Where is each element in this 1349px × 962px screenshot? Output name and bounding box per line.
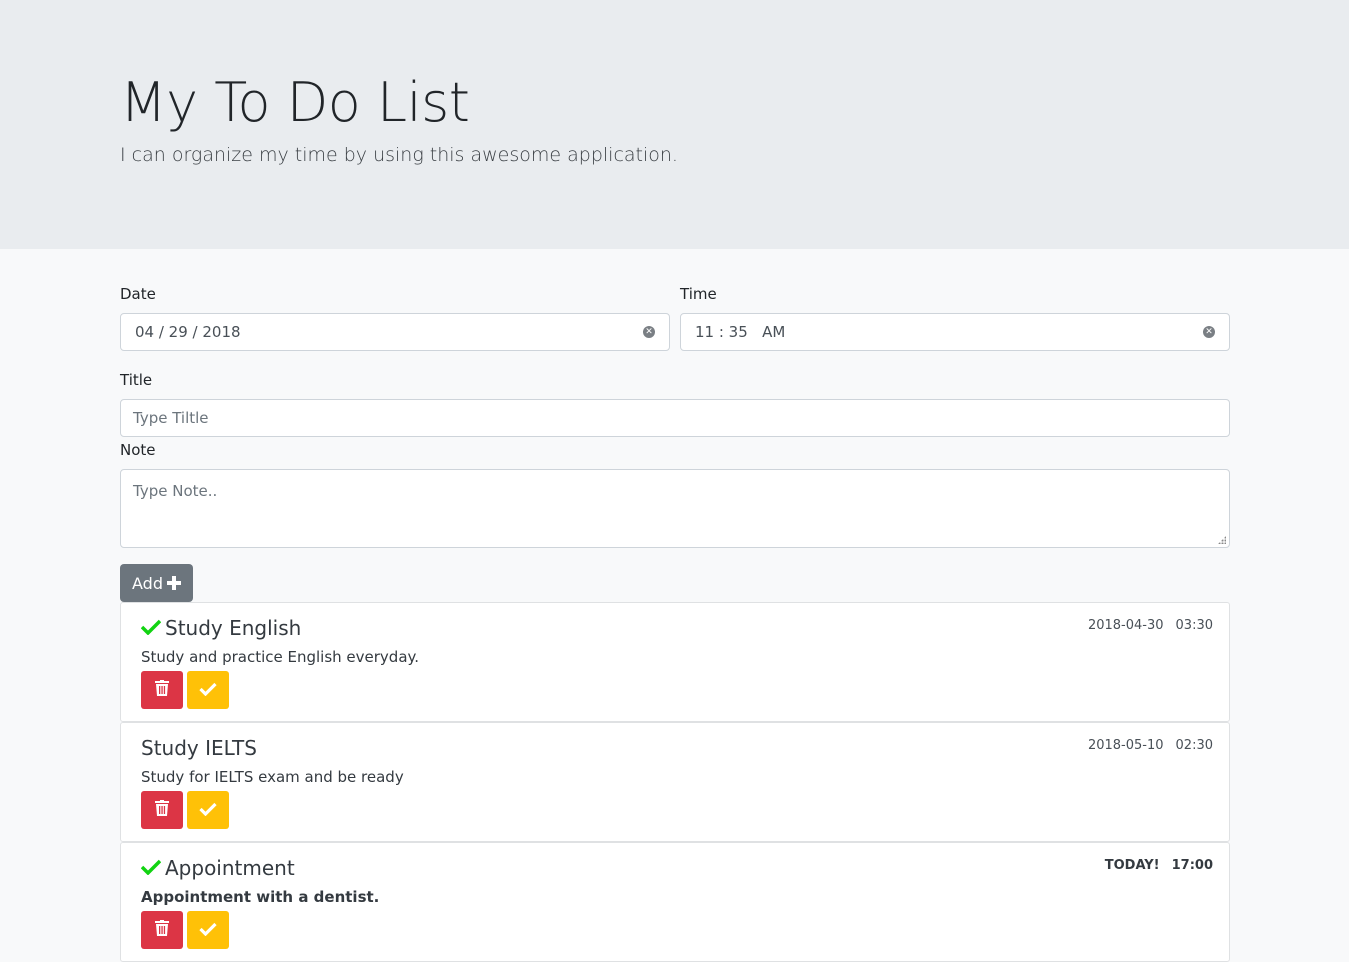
- todo-datetime: TODAY! 17:00: [1105, 858, 1213, 873]
- todo-title: Appointment: [140, 856, 295, 880]
- note-textarea[interactable]: Type Note..: [120, 469, 1230, 548]
- note-placeholder: Type Note..: [133, 482, 218, 500]
- todo-title: Study English: [140, 616, 302, 640]
- date-input[interactable]: 04 / 29 / 2018 ✕: [120, 313, 670, 351]
- check-icon: [199, 801, 217, 820]
- delete-button[interactable]: [141, 671, 183, 709]
- delete-button[interactable]: [141, 791, 183, 829]
- todo-card: Study IELTS Study for IELTS exam and be …: [120, 722, 1230, 842]
- plus-icon: [166, 573, 181, 593]
- todo-card: Appointment Appointment with a dentist. …: [120, 842, 1230, 962]
- page-header: My To Do List I can organize my time by …: [0, 0, 1349, 249]
- complete-button[interactable]: [187, 671, 229, 709]
- todo-date: TODAY!: [1104, 858, 1160, 873]
- complete-button[interactable]: [187, 791, 229, 829]
- todo-datetime: 2018-04-30 03:30: [1088, 618, 1213, 633]
- title-input[interactable]: Type Tiltle: [120, 399, 1230, 437]
- clear-icon[interactable]: ✕: [643, 326, 655, 338]
- todo-title-text: Study IELTS: [141, 736, 257, 760]
- date-value: 04 / 29 / 2018: [135, 323, 241, 341]
- add-button[interactable]: Add: [120, 564, 193, 602]
- todo-time: 03:30: [1175, 618, 1213, 633]
- todo-datetime: 2018-05-10 02:30: [1088, 738, 1213, 753]
- date-label: Date: [120, 285, 156, 303]
- trash-icon: [155, 680, 169, 700]
- page-title: My To Do List: [120, 71, 470, 134]
- clear-icon[interactable]: ✕: [1203, 326, 1215, 338]
- done-check-icon: [140, 616, 162, 640]
- page-subtitle: I can organize my time by using this awe…: [120, 144, 678, 166]
- todo-date: 2018-04-30: [1087, 618, 1164, 633]
- trash-icon: [155, 800, 169, 820]
- trash-icon: [155, 920, 169, 940]
- todo-actions: [141, 791, 229, 829]
- todo-note: Appointment with a dentist.: [141, 888, 380, 906]
- check-icon: [199, 921, 217, 940]
- todo-time: 17:00: [1171, 858, 1213, 873]
- delete-button[interactable]: [141, 911, 183, 949]
- title-label: Title: [120, 371, 153, 389]
- todo-time: 02:30: [1175, 738, 1213, 753]
- time-label: Time: [680, 285, 717, 303]
- time-value: 11 : 35 AM: [695, 323, 786, 341]
- todo-title-text: Appointment: [165, 856, 295, 880]
- todo-actions: [141, 671, 229, 709]
- done-check-icon: [140, 856, 162, 880]
- time-input[interactable]: 11 : 35 AM ✕: [680, 313, 1230, 351]
- complete-button[interactable]: [187, 911, 229, 949]
- todo-title: Study IELTS: [141, 736, 257, 760]
- check-icon: [199, 681, 217, 700]
- add-button-label: Add: [132, 573, 163, 593]
- todo-actions: [141, 911, 229, 949]
- note-label: Note: [120, 441, 156, 459]
- todo-card: Study English Study and practice English…: [120, 602, 1230, 722]
- todo-note: Study for IELTS exam and be ready: [141, 768, 404, 786]
- todo-note: Study and practice English everyday.: [141, 648, 420, 666]
- todo-date: 2018-05-10: [1087, 738, 1164, 753]
- title-placeholder: Type Tiltle: [133, 409, 209, 427]
- todo-title-text: Study English: [165, 616, 302, 640]
- resize-handle[interactable]: [1218, 536, 1226, 544]
